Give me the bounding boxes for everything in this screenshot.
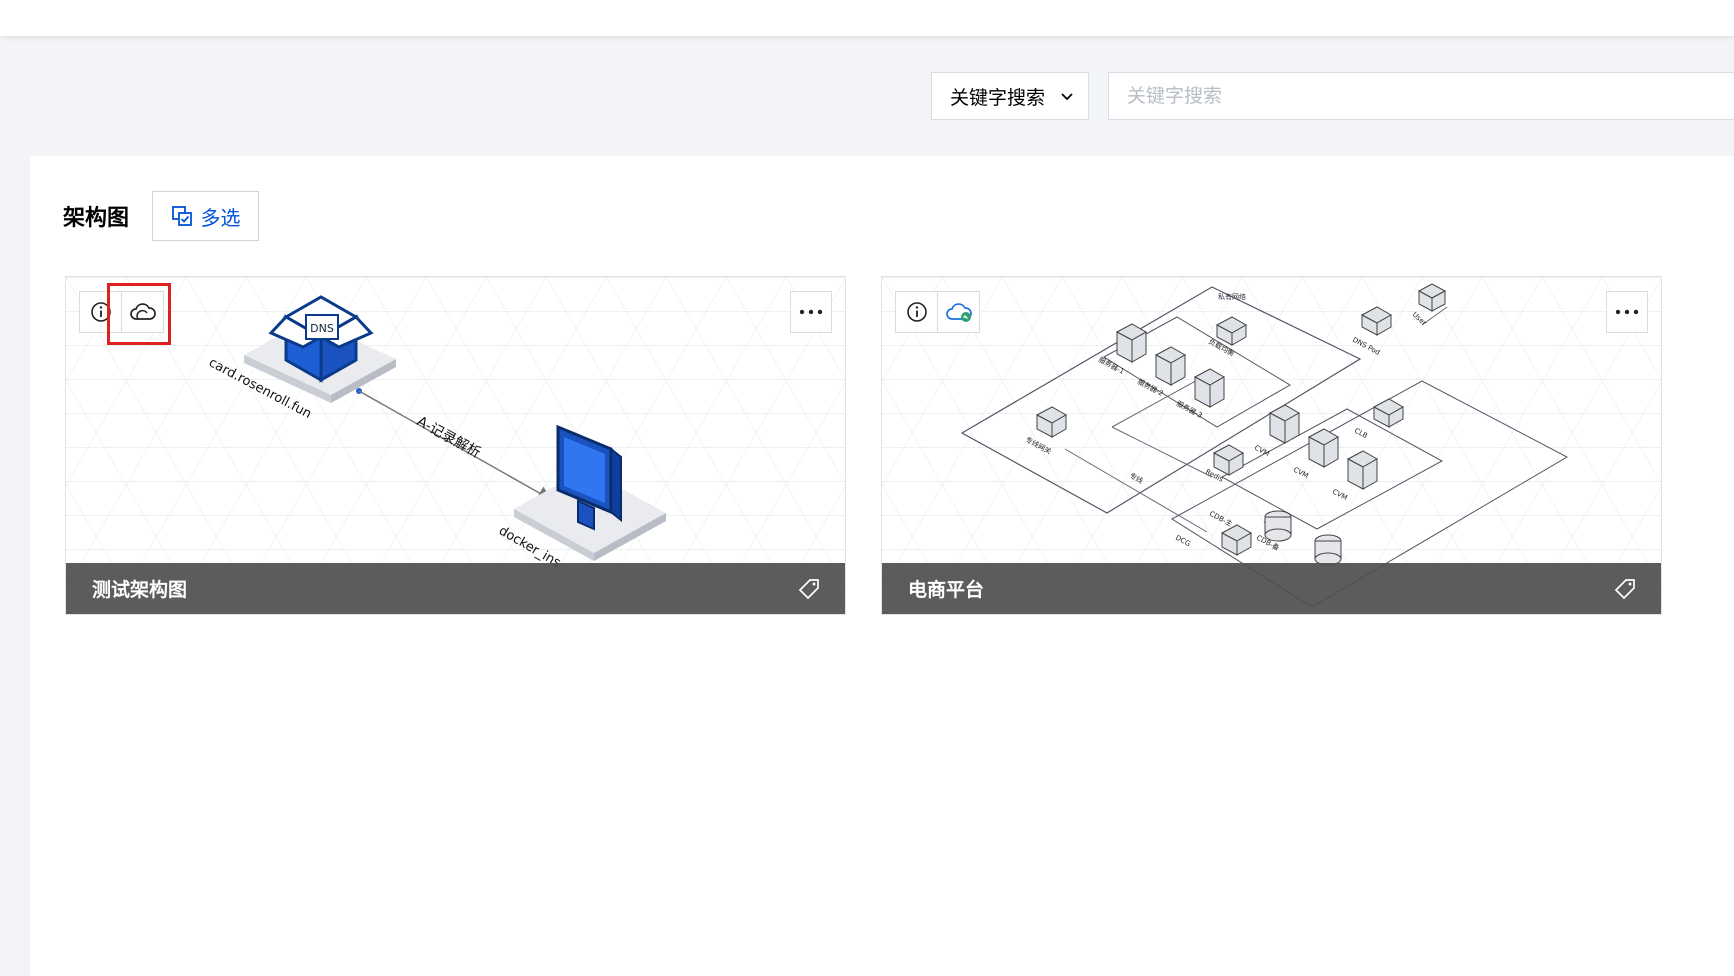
card-actions [79,291,164,333]
dns-node-label: DNS [310,322,334,335]
multi-select-button[interactable]: 多选 [152,191,259,241]
top-bar [0,0,1734,36]
info-icon [906,302,927,322]
tag-icon[interactable] [797,577,821,601]
cloud-sync-button[interactable] [121,292,163,332]
multi-select-label: 多选 [200,205,241,230]
multi-select-icon [171,206,192,226]
vpc-label: 私有网络 [1218,292,1246,301]
card-name: 测试架构图 [92,579,188,601]
more-button[interactable] [1606,291,1648,333]
tag-icon[interactable] [1613,577,1637,601]
card-actions [895,291,980,333]
more-button[interactable] [790,291,832,333]
search-input[interactable] [1108,72,1734,120]
info-button[interactable] [80,292,121,332]
diagram-card-1[interactable]: DNS card.rosenroll.fun A-记录解析 docker_ins [65,276,846,615]
cloud-icon [129,303,156,320]
more-icon [1615,309,1639,315]
diagram-card-2[interactable]: 私有网络 服务器-1 服务器-2 服务器-3 负载均衡 User DNS Pod… [881,276,1662,615]
card-footer: 电商平台 [882,563,1661,614]
chevron-down-icon [1061,93,1073,101]
card-footer: 测试架构图 [66,563,845,614]
cloud-synced-icon [945,303,972,322]
filter-type-select[interactable]: 关键字搜索 [931,72,1089,120]
info-button[interactable] [896,292,937,332]
filter-type-label: 关键字搜索 [950,86,1046,109]
cloud-sync-button[interactable] [937,292,979,332]
info-icon [90,302,111,322]
more-icon [799,309,823,315]
section-title: 架构图 [63,206,130,231]
card-name: 电商平台 [908,579,985,601]
